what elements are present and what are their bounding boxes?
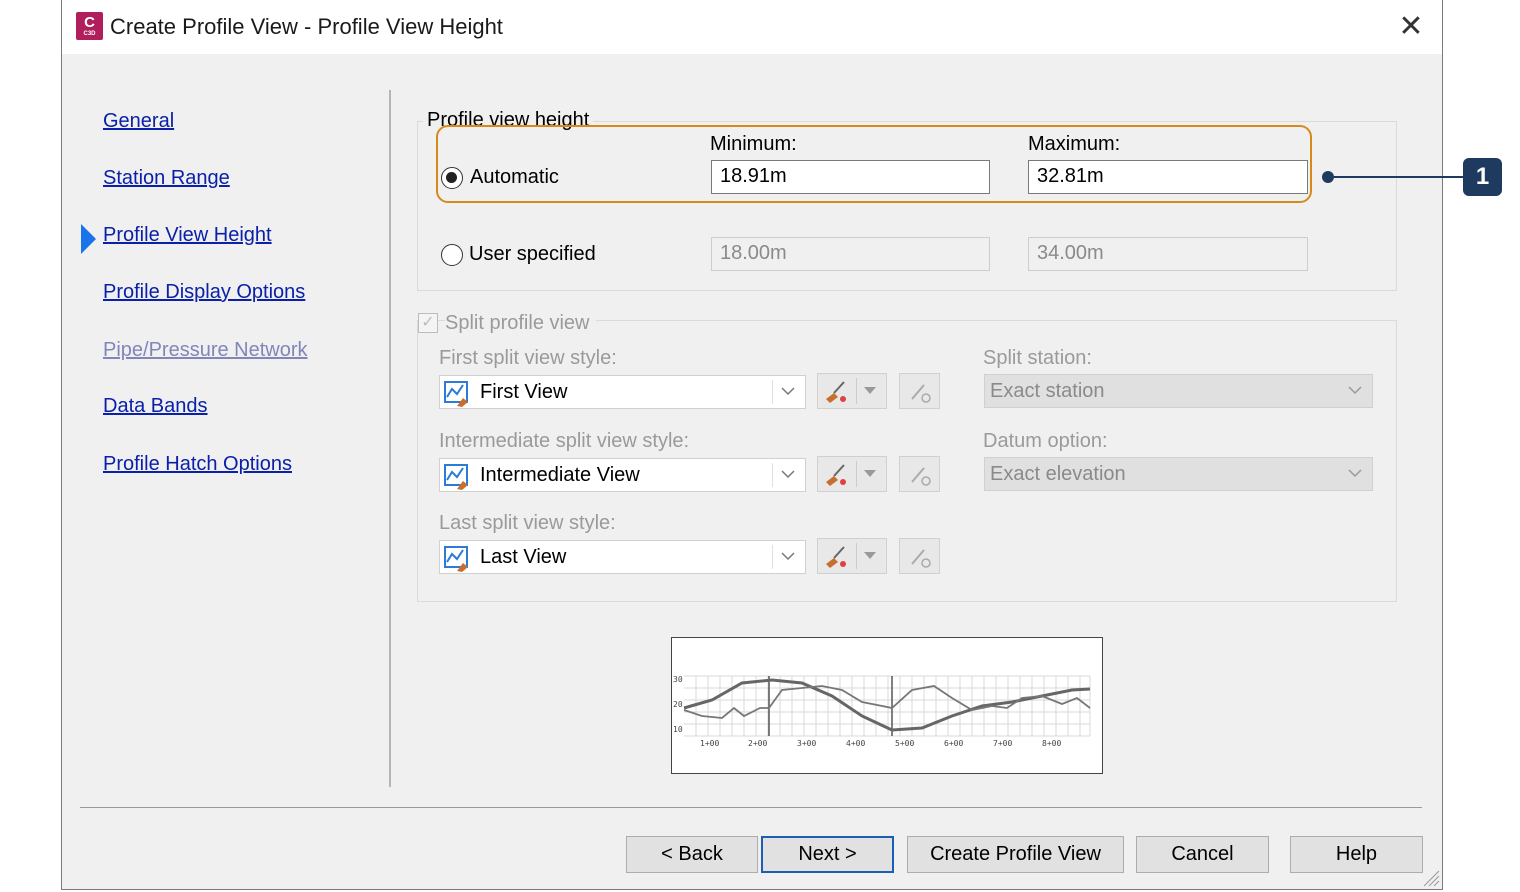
user-minimum-field: 18.00m [711, 237, 990, 271]
checkmark-icon: ✓ [421, 314, 435, 331]
chevron-down-icon [781, 552, 795, 561]
preview-y-tick: 30 [673, 675, 683, 684]
datum-option-value: Exact elevation [990, 463, 1126, 485]
resize-grip-icon[interactable] [1420, 867, 1440, 887]
title-bar: C C3D Create Profile View - Profile View… [62, 0, 1442, 54]
split-station-label: Split station: [983, 347, 1092, 369]
callout-dot [1322, 171, 1334, 183]
first-split-style-label: First split view style: [439, 347, 617, 369]
nav-item-profile-display-options[interactable]: Profile Display Options [103, 281, 305, 304]
callout-line [1334, 176, 1464, 178]
footer-divider [80, 807, 1422, 808]
last-pick-style-button [899, 538, 940, 574]
first-split-style-dropdown: First View [439, 375, 806, 409]
chevron-down-icon [1348, 386, 1362, 395]
preview-y-tick: 10 [673, 725, 683, 734]
user-specified-label: User specified [469, 243, 596, 265]
nav-item-general[interactable]: General [103, 110, 174, 133]
dropdown-arrow-icon [864, 470, 876, 477]
dropdown-arrow-icon [864, 552, 876, 559]
pick-from-drawing-icon [911, 549, 931, 568]
nav-item-pipe-pressure-network: Pipe/Pressure Network [103, 339, 308, 361]
preview-x-tick: 5+00 [895, 739, 914, 748]
civil3d-app-icon: C C3D [76, 12, 103, 40]
next-button[interactable]: Next > [761, 836, 894, 873]
first-edit-style-button [817, 373, 887, 409]
preview-graph: 30 20 10 1+00 2+00 3+00 4+00 5+00 6+00 7… [673, 675, 1091, 748]
preview-x-tick: 1+00 [700, 739, 719, 748]
intermediate-split-style-value: Intermediate View [480, 464, 640, 486]
profile-view-preview: 30 20 10 1+00 2+00 3+00 4+00 5+00 6+00 7… [671, 637, 1103, 774]
chevron-down-icon [1348, 469, 1362, 478]
current-step-arrow-icon [81, 224, 96, 254]
dropdown-arrow-icon [864, 387, 876, 394]
cancel-button[interactable]: Cancel [1136, 836, 1269, 873]
intermediate-edit-style-button [817, 456, 887, 492]
intermediate-split-style-label: Intermediate split view style: [439, 430, 690, 452]
create-profile-view-button[interactable]: Create Profile View [907, 836, 1124, 873]
nav-item-station-range[interactable]: Station Range [103, 167, 230, 190]
intermediate-split-style-dropdown: Intermediate View [439, 458, 806, 492]
pick-from-drawing-icon [911, 467, 931, 486]
callout-badge: 1 [1463, 158, 1502, 196]
last-split-style-value: Last View [480, 546, 567, 568]
intermediate-pick-style-button [899, 456, 940, 492]
last-edit-style-button [817, 538, 887, 574]
preview-x-tick: 6+00 [944, 739, 963, 748]
preview-x-tick: 8+00 [1042, 739, 1061, 748]
back-button[interactable]: < Back [626, 836, 758, 873]
profile-view-style-icon [444, 464, 468, 490]
close-button[interactable]: ✕ [1396, 10, 1426, 44]
datum-option-dropdown: Exact elevation [984, 457, 1373, 491]
datum-option-label: Datum option: [983, 430, 1108, 452]
preview-y-tick: 20 [673, 700, 683, 709]
split-profile-view-label: Split profile view [445, 312, 596, 335]
user-specified-radio[interactable] [441, 244, 463, 266]
first-pick-style-button [899, 373, 940, 409]
split-station-dropdown: Exact station [984, 374, 1373, 408]
split-profile-view-checkbox: ✓ [418, 313, 438, 333]
edit-style-icon [826, 464, 846, 486]
close-icon: ✕ [1398, 10, 1424, 43]
preview-x-tick: 3+00 [797, 739, 816, 748]
profile-view-style-icon [444, 546, 468, 572]
nav-item-profile-view-height[interactable]: Profile View Height [103, 224, 272, 247]
split-station-value: Exact station [990, 380, 1105, 402]
help-button[interactable]: Help [1290, 836, 1423, 873]
nav-divider [389, 90, 391, 787]
chevron-down-icon [781, 470, 795, 479]
edit-style-icon [826, 381, 846, 403]
last-split-style-label: Last split view style: [439, 512, 616, 534]
edit-style-icon [826, 546, 846, 568]
profile-view-style-icon [444, 381, 468, 407]
window-title: Create Profile View - Profile View Heigh… [110, 14, 503, 39]
nav-item-data-bands[interactable]: Data Bands [103, 395, 208, 418]
preview-x-tick: 2+00 [748, 739, 767, 748]
preview-x-tick: 4+00 [846, 739, 865, 748]
first-split-style-value: First View [480, 381, 568, 403]
automatic-highlight [436, 125, 1312, 203]
user-maximum-field: 34.00m [1028, 237, 1308, 271]
last-split-style-dropdown: Last View [439, 540, 806, 574]
create-profile-view-dialog: C C3D Create Profile View - Profile View… [61, 0, 1443, 890]
pick-from-drawing-icon [911, 384, 931, 403]
nav-item-profile-hatch-options[interactable]: Profile Hatch Options [103, 453, 292, 476]
preview-x-tick: 7+00 [993, 739, 1012, 748]
chevron-down-icon [781, 387, 795, 396]
